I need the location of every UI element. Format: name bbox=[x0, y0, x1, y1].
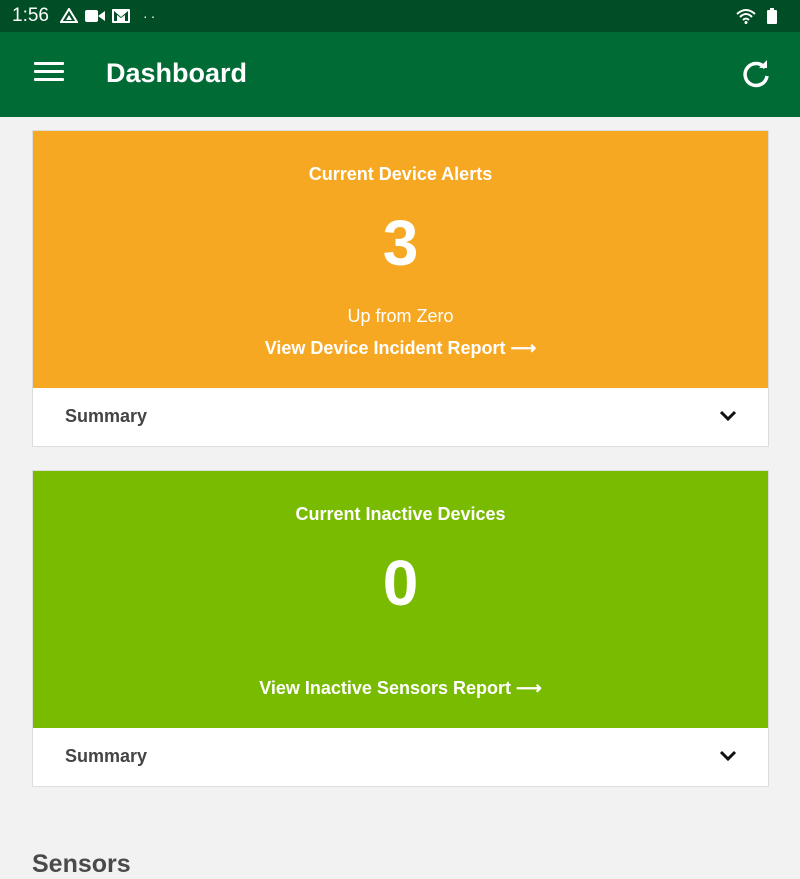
device-alerts-panel: Current Device Alerts 3 Up from Zero Vie… bbox=[33, 131, 768, 388]
view-device-incident-report-link[interactable]: View Device Incident Report ⟶ bbox=[33, 338, 768, 359]
status-dots: ·· bbox=[142, 8, 159, 24]
status-bar: 1:56 ·· bbox=[0, 0, 800, 32]
summary-label: Summary bbox=[65, 746, 148, 766]
card-title: Current Inactive Devices bbox=[295, 504, 506, 524]
view-inactive-sensors-report-link[interactable]: View Inactive Sensors Report ⟶ bbox=[33, 678, 768, 699]
drive-icon bbox=[59, 8, 79, 24]
inactive-devices-panel: Current Inactive Devices 0 View Inactive… bbox=[33, 471, 768, 728]
chevron-down-icon bbox=[719, 750, 737, 762]
card-subtitle: Up from Zero bbox=[347, 306, 454, 326]
gmail-icon bbox=[111, 8, 131, 24]
app-bar: Dashboard bbox=[0, 32, 800, 117]
summary-toggle[interactable]: Summary bbox=[33, 388, 768, 446]
video-camera-icon bbox=[84, 8, 105, 24]
refresh-icon[interactable] bbox=[740, 58, 772, 90]
alert-count: 3 bbox=[382, 207, 419, 279]
inactive-count: 0 bbox=[382, 547, 419, 619]
sensors-heading: Sensors bbox=[32, 850, 131, 878]
battery-icon bbox=[762, 8, 782, 24]
inactive-devices-card: Current Inactive Devices 0 View Inactive… bbox=[32, 470, 769, 787]
hamburger-menu-icon[interactable] bbox=[34, 62, 64, 86]
page-title: Dashboard bbox=[106, 58, 248, 88]
status-time: 1:56 bbox=[12, 5, 49, 26]
device-alerts-card: Current Device Alerts 3 Up from Zero Vie… bbox=[32, 130, 769, 447]
summary-label: Summary bbox=[65, 406, 148, 426]
wifi-icon bbox=[736, 8, 756, 24]
card-title: Current Device Alerts bbox=[308, 164, 493, 184]
summary-toggle[interactable]: Summary bbox=[33, 728, 768, 786]
chevron-down-icon bbox=[719, 410, 737, 422]
